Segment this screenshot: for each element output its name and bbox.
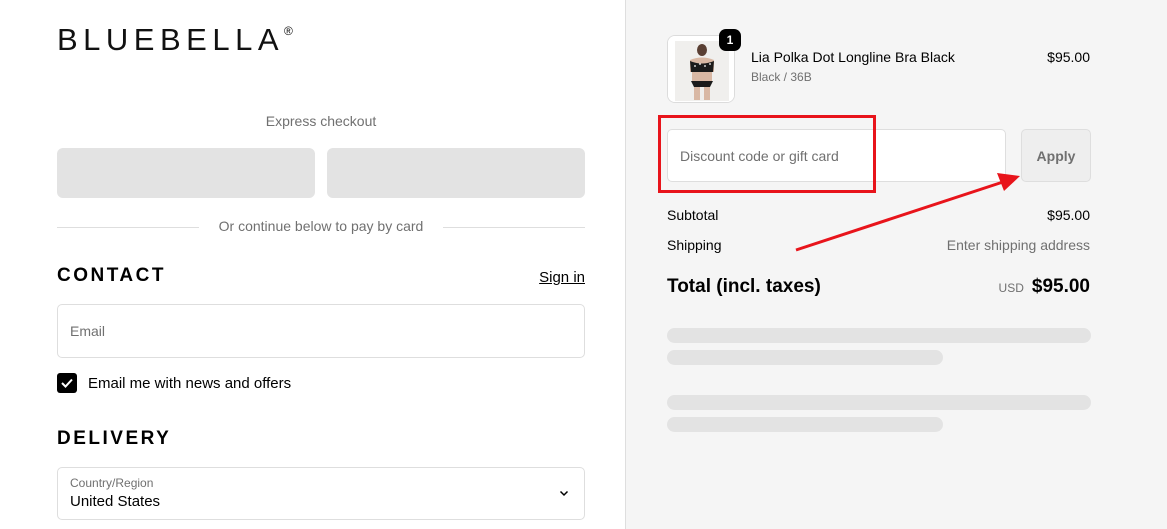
express-checkout-label: Express checkout: [265, 113, 377, 129]
country-region-value: United States: [70, 493, 161, 510]
delivery-heading: DELIVERY: [57, 428, 172, 449]
contact-heading: CONTACT: [57, 265, 166, 286]
product-price: $95.00: [1047, 49, 1090, 65]
product-name: Lia Polka Dot Longline Bra Black: [751, 49, 955, 65]
subtotal-value: $95.00: [1047, 207, 1090, 223]
country-region-label: Country/Region: [70, 476, 154, 490]
loading-skeleton: [667, 417, 943, 432]
total-amount: $95.00: [1031, 276, 1090, 297]
check-icon: [61, 378, 73, 388]
checkout-main: BLUEBELLA® Express checkout Or continue …: [0, 0, 625, 529]
apply-discount-button[interactable]: Apply: [1021, 129, 1091, 182]
newsletter-checkbox[interactable]: [57, 373, 77, 393]
quantity-badge: 1: [719, 29, 741, 51]
chevron-down-icon: [559, 490, 569, 497]
brand-logo[interactable]: BLUEBELLA®: [57, 22, 293, 58]
pay-by-card-divider: Or continue below to pay by card: [57, 218, 585, 236]
newsletter-label: Email me with news and offers: [88, 374, 292, 392]
subtotal-label: Subtotal: [667, 207, 719, 223]
loading-skeleton: [667, 328, 1091, 343]
divider-text: Or continue below to pay by card: [218, 218, 424, 234]
total-label: Total (incl. taxes): [667, 276, 821, 297]
sign-in-link[interactable]: Sign in: [539, 269, 585, 286]
shipping-value: Enter shipping address: [946, 237, 1090, 253]
newsletter-checkbox-row[interactable]: Email me with news and offers: [57, 373, 291, 393]
order-summary: 1 Lia Polka Dot Longline Bra Black Black…: [625, 0, 1167, 529]
discount-code-input[interactable]: [667, 129, 1006, 182]
express-pay-button-1[interactable]: [57, 148, 315, 198]
total-value-group: USD $95.00: [999, 276, 1090, 298]
loading-skeleton: [667, 350, 943, 365]
email-field[interactable]: [57, 304, 585, 358]
total-currency: USD: [998, 281, 1024, 295]
country-region-select[interactable]: Country/Region United States: [57, 467, 585, 520]
express-pay-button-2[interactable]: [327, 148, 585, 198]
shipping-label: Shipping: [667, 237, 722, 253]
loading-skeleton: [667, 395, 1091, 410]
product-variant: Black / 36B: [751, 70, 812, 84]
